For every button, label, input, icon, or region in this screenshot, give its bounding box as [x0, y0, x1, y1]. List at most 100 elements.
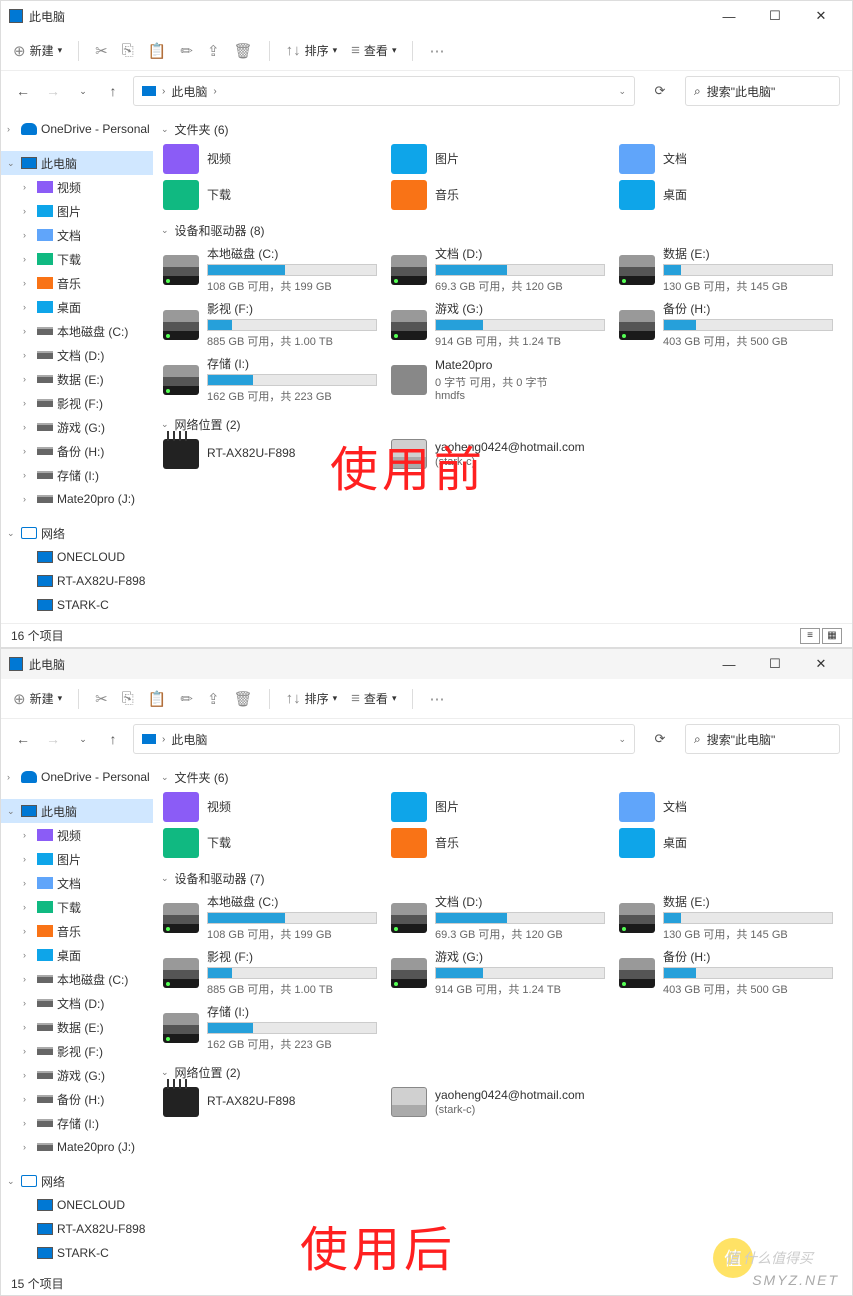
close-button[interactable]: ✕: [798, 649, 844, 679]
sidebar-item[interactable]: ›文档 (D:): [1, 991, 153, 1015]
drive-item[interactable]: 影视 (F:)885 GB 可用，共 1.00 TB: [161, 946, 379, 999]
folder-item[interactable]: 文档: [617, 142, 835, 176]
sidebar-item[interactable]: ›Mate20pro (J:): [1, 1135, 153, 1159]
maximize-button[interactable]: ☐: [752, 649, 798, 679]
breadcrumb-item[interactable]: 此电脑: [171, 83, 207, 100]
tiles-view-icon[interactable]: ▦: [822, 628, 842, 644]
drive-item[interactable]: 数据 (E:)130 GB 可用，共 145 GB: [617, 243, 835, 296]
drive-item[interactable]: 数据 (E:)130 GB 可用，共 145 GB: [617, 891, 835, 944]
drive-item[interactable]: 文档 (D:)69.3 GB 可用，共 120 GB: [389, 243, 607, 296]
sidebar-item[interactable]: ›图片: [1, 847, 153, 871]
group-network[interactable]: ⌄网络位置 (2): [161, 412, 852, 437]
folder-item[interactable]: 音乐: [389, 178, 607, 212]
folder-item[interactable]: 音乐: [389, 826, 607, 860]
copy-icon[interactable]: ⎘: [122, 690, 134, 707]
delete-icon[interactable]: 🗑: [234, 42, 253, 60]
drive-item[interactable]: 本地磁盘 (C:)108 GB 可用，共 199 GB: [161, 243, 379, 296]
paste-icon[interactable]: 📋: [148, 690, 167, 708]
sidebar-item[interactable]: ›桌面: [1, 943, 153, 967]
up-button[interactable]: ↑: [103, 83, 123, 99]
sidebar-item[interactable]: ›文档: [1, 871, 153, 895]
drive-item[interactable]: 备份 (H:)403 GB 可用，共 500 GB: [617, 298, 835, 351]
folder-item[interactable]: 桌面: [617, 178, 835, 212]
sidebar-item[interactable]: ›本地磁盘 (C:): [1, 967, 153, 991]
close-button[interactable]: ✕: [798, 1, 844, 31]
sidebar-net-item[interactable]: RT-AX82U-F898: [1, 569, 153, 593]
folder-item[interactable]: 下载: [161, 178, 379, 212]
share-icon[interactable]: ⇪: [207, 690, 220, 708]
sidebar-item[interactable]: ›本地磁盘 (C:): [1, 319, 153, 343]
drive-item[interactable]: 影视 (F:)885 GB 可用，共 1.00 TB: [161, 298, 379, 351]
folder-item[interactable]: 图片: [389, 142, 607, 176]
back-button[interactable]: ←: [13, 83, 33, 99]
sidebar-item[interactable]: ›备份 (H:): [1, 439, 153, 463]
delete-icon[interactable]: 🗑: [234, 690, 253, 708]
recent-button[interactable]: ⌄: [73, 734, 93, 745]
folder-item[interactable]: 文档: [617, 790, 835, 824]
group-drives[interactable]: ⌄设备和驱动器 (8): [161, 218, 852, 243]
rename-icon[interactable]: ✏: [180, 690, 193, 708]
sidebar-network[interactable]: ⌄网络: [1, 521, 153, 545]
sidebar-net-item[interactable]: STARK-C: [1, 593, 153, 617]
drive-item[interactable]: 备份 (H:)403 GB 可用，共 500 GB: [617, 946, 835, 999]
sidebar-item[interactable]: ›存储 (I:): [1, 1111, 153, 1135]
more-icon[interactable]: ⋯: [429, 690, 444, 708]
drive-item[interactable]: 本地磁盘 (C:)108 GB 可用，共 199 GB: [161, 891, 379, 944]
sidebar-item[interactable]: ›音乐: [1, 919, 153, 943]
breadcrumb-item[interactable]: 此电脑: [171, 731, 207, 748]
group-drives[interactable]: ⌄设备和驱动器 (7): [161, 866, 852, 891]
paste-icon[interactable]: 📋: [148, 42, 167, 60]
sidebar-net-item[interactable]: ONECLOUD: [1, 545, 153, 569]
drive-item[interactable]: Mate20pro0 字节 可用，共 0 字节hmdfs: [389, 353, 607, 406]
folder-item[interactable]: 视频: [161, 790, 379, 824]
sidebar-net-item[interactable]: RT-AX82U-F898: [1, 1217, 153, 1241]
breadcrumb[interactable]: › 此电脑 › ⌄: [133, 76, 635, 106]
sidebar-item[interactable]: ›桌面: [1, 295, 153, 319]
view-button[interactable]: ≡查看 ▾: [351, 690, 396, 707]
cut-icon[interactable]: ✂: [95, 690, 108, 708]
group-network[interactable]: ⌄网络位置 (2): [161, 1060, 852, 1085]
chevron-down-icon[interactable]: ⌄: [618, 86, 626, 97]
group-folders[interactable]: ⌄文件夹 (6): [161, 765, 852, 790]
folder-item[interactable]: 图片: [389, 790, 607, 824]
sidebar-item[interactable]: ›视频: [1, 823, 153, 847]
details-view-icon[interactable]: ≡: [800, 628, 820, 644]
sidebar-item[interactable]: ›下载: [1, 247, 153, 271]
search-input[interactable]: ⌕ 搜索"此电脑": [685, 724, 840, 754]
sidebar-item[interactable]: ›游戏 (G:): [1, 1063, 153, 1087]
minimize-button[interactable]: —: [706, 649, 752, 679]
sidebar-onedrive[interactable]: ›OneDrive - Personal: [1, 117, 153, 141]
sidebar-item[interactable]: ›影视 (F:): [1, 1039, 153, 1063]
sidebar-item[interactable]: ›游戏 (G:): [1, 415, 153, 439]
maximize-button[interactable]: ☐: [752, 1, 798, 31]
sidebar-net-item[interactable]: ONECLOUD: [1, 1193, 153, 1217]
drive-item[interactable]: 游戏 (G:)914 GB 可用，共 1.24 TB: [389, 946, 607, 999]
recent-button[interactable]: ⌄: [73, 86, 93, 97]
sidebar-item[interactable]: ›存储 (I:): [1, 463, 153, 487]
network-item[interactable]: yaoheng0424@hotmail.com(stark-c): [389, 1085, 607, 1119]
sidebar-item[interactable]: ›文档: [1, 223, 153, 247]
more-icon[interactable]: ⋯: [429, 42, 444, 60]
search-input[interactable]: ⌕ 搜索"此电脑": [685, 76, 840, 106]
folder-item[interactable]: 桌面: [617, 826, 835, 860]
folder-item[interactable]: 视频: [161, 142, 379, 176]
group-folders[interactable]: ⌄文件夹 (6): [161, 117, 852, 142]
minimize-button[interactable]: —: [706, 1, 752, 31]
forward-button[interactable]: →: [43, 731, 63, 747]
sort-button[interactable]: ↑↓排序 ▾: [286, 42, 338, 59]
sidebar-item[interactable]: ›Mate20pro (J:): [1, 487, 153, 511]
chevron-down-icon[interactable]: ⌄: [618, 734, 626, 745]
refresh-button[interactable]: ⟳: [645, 724, 675, 754]
sidebar-net-item[interactable]: STARK-C: [1, 1241, 153, 1265]
sort-button[interactable]: ↑↓排序 ▾: [286, 690, 338, 707]
up-button[interactable]: ↑: [103, 731, 123, 747]
drive-item[interactable]: 游戏 (G:)914 GB 可用，共 1.24 TB: [389, 298, 607, 351]
folder-item[interactable]: 下载: [161, 826, 379, 860]
drive-item[interactable]: 存储 (I:)162 GB 可用，共 223 GB: [161, 1001, 379, 1054]
forward-button[interactable]: →: [43, 83, 63, 99]
sidebar-item[interactable]: ›数据 (E:): [1, 367, 153, 391]
view-button[interactable]: ≡查看 ▾: [351, 42, 396, 59]
drive-item[interactable]: 存储 (I:)162 GB 可用，共 223 GB: [161, 353, 379, 406]
sidebar-thispc[interactable]: ⌄此电脑: [1, 799, 153, 823]
sidebar-onedrive[interactable]: ›OneDrive - Personal: [1, 765, 153, 789]
